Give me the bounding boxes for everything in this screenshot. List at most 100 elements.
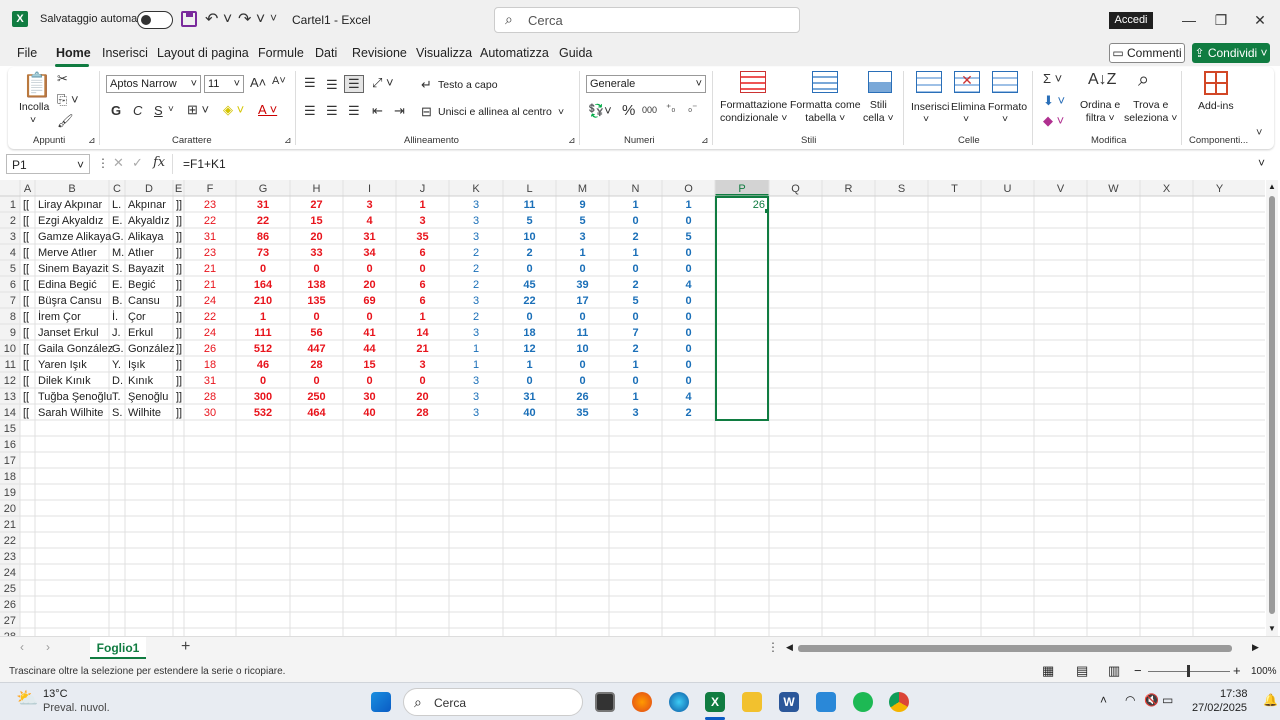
insert-dropdown-icon[interactable]: ˅ — [923, 113, 929, 126]
search-box[interactable]: ⌕ Cerca — [494, 7, 800, 33]
cell-g8[interactable]: 1 — [260, 311, 266, 323]
cell-g5[interactable]: 0 — [260, 263, 266, 275]
task-view-icon[interactable] — [595, 692, 615, 712]
formula-bar-handle-icon[interactable]: ⋮ — [97, 156, 109, 170]
row-header-7[interactable]: 7 — [10, 295, 16, 307]
delete-cells-icon[interactable]: ✕ — [954, 71, 980, 93]
cell-a6[interactable]: [[ — [23, 279, 29, 291]
cell-d3[interactable]: Alikaya — [128, 231, 164, 243]
cell-m6[interactable]: 39 — [576, 279, 588, 291]
cell-f9[interactable]: 24 — [204, 327, 216, 339]
row-header-3[interactable]: 3 — [10, 231, 16, 243]
cell-n2[interactable]: 0 — [632, 215, 638, 227]
cell-f8[interactable]: 22 — [204, 311, 216, 323]
cell-h10[interactable]: 447 — [307, 343, 325, 355]
cell-o12[interactable]: 0 — [685, 375, 691, 387]
vertical-scrollbar[interactable]: ▲ ▼ — [1266, 180, 1278, 636]
cell-d1[interactable]: Akpınar — [128, 199, 166, 211]
row-header-24[interactable]: 24 — [4, 567, 16, 579]
cell-n7[interactable]: 5 — [632, 295, 638, 307]
cell-b14[interactable]: Sarah Wilhite — [38, 407, 103, 419]
cell-m14[interactable]: 35 — [576, 407, 588, 419]
cell-h9[interactable]: 56 — [310, 327, 322, 339]
cell-o6[interactable]: 4 — [685, 279, 692, 291]
cell-b13[interactable]: Tuğba Şenoğlu — [38, 391, 112, 403]
cell-l9[interactable]: 18 — [523, 327, 535, 339]
cell-d7[interactable]: Cansu — [128, 295, 160, 307]
cell-n4[interactable]: 1 — [632, 247, 638, 259]
currency-icon[interactable]: 💱˅ — [588, 103, 612, 119]
insert-cells-button[interactable]: Inserisci — [911, 101, 950, 114]
zoom-level[interactable]: 100% — [1251, 666, 1277, 677]
cell-o13[interactable]: 4 — [685, 391, 692, 403]
notepad-icon[interactable] — [816, 692, 836, 712]
cell-b3[interactable]: Gamze Alikaya — [38, 231, 112, 243]
cell-b12[interactable]: Dilek Kınık — [38, 375, 91, 387]
cell-b10[interactable]: Gaila González — [38, 343, 113, 355]
cell-n5[interactable]: 0 — [632, 263, 638, 275]
cell-e14[interactable]: ]] — [176, 407, 182, 419]
column-header-q[interactable]: Q — [791, 183, 800, 195]
page-break-view-icon[interactable]: ▥ — [1108, 663, 1120, 679]
cell-i2[interactable]: 4 — [366, 215, 373, 227]
menu-review[interactable]: Revisione — [352, 46, 407, 60]
column-header-d[interactable]: D — [145, 183, 153, 195]
align-top-icon[interactable]: ☰ — [304, 75, 316, 91]
cell-g2[interactable]: 22 — [257, 215, 269, 227]
cell-h1[interactable]: 27 — [310, 199, 322, 211]
cell-i14[interactable]: 40 — [363, 407, 375, 419]
merge-dropdown-icon[interactable]: ˅ — [558, 106, 564, 119]
row-header-9[interactable]: 9 — [10, 327, 16, 339]
cell-k3[interactable]: 3 — [473, 231, 479, 243]
cell-h7[interactable]: 135 — [307, 295, 325, 307]
cell-j13[interactable]: 20 — [416, 391, 428, 403]
clock-date[interactable]: 27/02/2025 — [1192, 702, 1247, 714]
cell-a14[interactable]: [[ — [23, 407, 29, 419]
cell-a3[interactable]: [[ — [23, 231, 29, 243]
cell-f2[interactable]: 22 — [204, 215, 216, 227]
cell-k6[interactable]: 2 — [473, 279, 479, 291]
cell-l12[interactable]: 0 — [526, 375, 532, 387]
increase-indent-icon[interactable]: ⇥ — [394, 103, 405, 119]
cell-h2[interactable]: 15 — [310, 215, 322, 227]
cell-h3[interactable]: 20 — [310, 231, 322, 243]
undo-icon[interactable]: ↶ ˅ — [205, 9, 232, 29]
cell-d4[interactable]: Atlıer — [128, 247, 154, 259]
cell-m10[interactable]: 10 — [576, 343, 588, 355]
signin-button[interactable]: Accedi — [1109, 12, 1153, 29]
cell-f5[interactable]: 21 — [204, 263, 216, 275]
cell-e7[interactable]: ]] — [176, 295, 182, 307]
cell-e11[interactable]: ]] — [176, 359, 182, 371]
column-header-u[interactable]: U — [1004, 183, 1012, 195]
windows-start-icon[interactable] — [371, 692, 391, 712]
cell-m8[interactable]: 0 — [579, 311, 585, 323]
cell-k11[interactable]: 1 — [473, 359, 479, 371]
row-header-20[interactable]: 20 — [4, 503, 16, 515]
cell-a13[interactable]: [[ — [23, 391, 29, 403]
column-header-s[interactable]: S — [898, 183, 905, 195]
cell-b1[interactable]: Liray Akpınar — [38, 199, 103, 211]
zoom-in-icon[interactable]: + — [1233, 663, 1241, 678]
zoom-out-icon[interactable]: − — [1134, 663, 1142, 678]
font-size-select[interactable]: 11 ˅ — [204, 75, 244, 93]
cell-g4[interactable]: 73 — [257, 247, 269, 259]
close-icon[interactable]: ✕ — [1245, 8, 1275, 32]
menu-help[interactable]: Guida — [559, 46, 592, 60]
cell-l8[interactable]: 0 — [526, 311, 532, 323]
bold-button[interactable]: G — [111, 103, 121, 118]
scroll-left-icon[interactable]: ◀ — [786, 642, 793, 653]
file-explorer-icon[interactable] — [742, 692, 762, 712]
cell-i12[interactable]: 0 — [366, 375, 372, 387]
cell-l3[interactable]: 10 — [523, 231, 535, 243]
cell-c4[interactable]: M. — [112, 247, 124, 259]
cell-l10[interactable]: 12 — [523, 343, 535, 355]
paste-label[interactable]: Incolla — [19, 101, 49, 114]
cell-g14[interactable]: 532 — [254, 407, 272, 419]
delete-dropdown-icon[interactable]: ˅ — [963, 113, 969, 126]
column-header-j[interactable]: J — [420, 183, 426, 195]
column-header-g[interactable]: G — [259, 183, 268, 195]
column-header-k[interactable]: K — [472, 183, 480, 195]
cell-c8[interactable]: İ. — [112, 310, 118, 323]
cell-o5[interactable]: 0 — [685, 263, 691, 275]
format-as-table-button[interactable]: Formatta come tabella ˅ — [790, 99, 861, 125]
